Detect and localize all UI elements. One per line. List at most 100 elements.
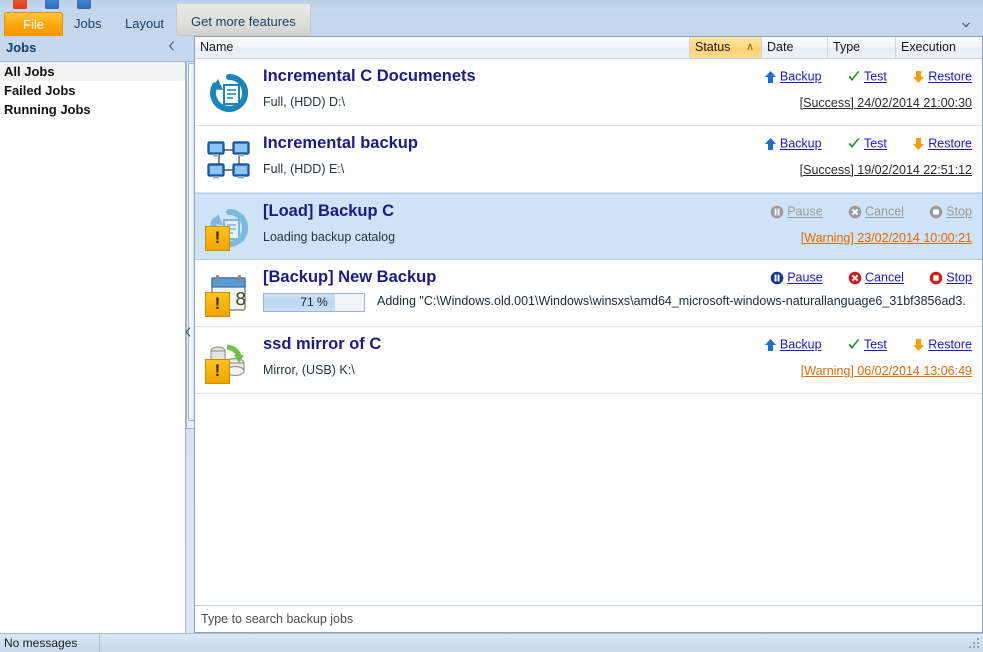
sidebar-item-label: Failed Jobs xyxy=(4,83,76,98)
job-actions: Backup Test Restore xyxy=(742,337,972,352)
job-title: [Load] Backup C xyxy=(263,202,395,220)
test-action[interactable]: Test xyxy=(847,69,887,84)
job-status-link[interactable]: [Success] 24/02/2014 21:00:30 xyxy=(800,96,972,110)
column-header-status[interactable]: Status ∧ xyxy=(690,37,762,58)
tab-get-more-features[interactable]: Get more features xyxy=(176,4,311,36)
sort-ascending-icon: ∧ xyxy=(745,41,754,53)
tab-layout[interactable]: Layout xyxy=(113,13,176,35)
restore-action[interactable]: Restore xyxy=(912,69,972,84)
pause-icon xyxy=(770,271,784,285)
job-status-link[interactable]: [Warning] 23/02/2014 10:00:21 xyxy=(801,231,972,245)
arrow-up-icon xyxy=(764,70,777,84)
backup-action-label: Backup xyxy=(779,70,822,85)
stop-action-label: Stop xyxy=(946,205,972,220)
arrow-up-icon xyxy=(764,137,777,151)
chevron-down-icon[interactable] xyxy=(959,18,973,32)
job-subtitle: Full, (HDD) E:\ xyxy=(263,162,345,176)
warning-badge-icon: ! xyxy=(205,226,230,251)
stop-icon xyxy=(929,205,943,219)
search-input[interactable] xyxy=(195,606,982,631)
test-action[interactable]: Test xyxy=(847,337,887,352)
backup-action-label: Backup xyxy=(779,137,822,152)
cancel-action[interactable]: Cancel xyxy=(848,204,904,219)
job-subtitle: Full, (HDD) D:\ xyxy=(263,95,345,109)
job-subtitle: Mirror, (USB) K:\ xyxy=(263,363,355,377)
sidebar-item-running-jobs[interactable]: Running Jobs xyxy=(0,100,185,119)
backup-action[interactable]: Backup xyxy=(764,69,822,84)
job-list: Incremental C Documenets Full, (HDD) D:\… xyxy=(195,59,982,604)
status-bar-message: No messages xyxy=(0,634,100,652)
pause-action[interactable]: Pause xyxy=(770,270,823,286)
cancel-action[interactable]: Cancel xyxy=(848,270,904,285)
status-bar: No messages xyxy=(0,633,983,652)
progress-bar-label: 71 % xyxy=(300,295,328,309)
sidebar-item-failed-jobs[interactable]: Failed Jobs xyxy=(0,81,185,100)
jobs-panel: Name Status ∧ Date Type Execution Order xyxy=(194,36,983,633)
restore-action[interactable]: Restore xyxy=(912,136,972,151)
table-row[interactable]: ! ssd mirror of C Mirror, (USB) K:\ Back… xyxy=(195,327,982,394)
column-header-execution-order[interactable]: Execution Order xyxy=(896,37,982,75)
sidebar: Jobs All Jobs Failed Jobs Running Jobs xyxy=(0,36,186,634)
search-bar xyxy=(195,605,982,632)
job-status-link[interactable]: [Warning] 06/02/2014 13:06:49 xyxy=(801,364,972,378)
job-actions: Backup Test Restore xyxy=(742,136,972,151)
job-subtitle: Loading backup catalog xyxy=(263,230,396,244)
warning-badge-icon: ! xyxy=(205,292,230,317)
sidebar-item-label: Running Jobs xyxy=(4,102,91,117)
table-row[interactable]: Incremental backup Full, (HDD) E:\ Backu… xyxy=(195,126,982,193)
chevron-left-icon[interactable] xyxy=(167,40,176,52)
resize-grip-icon[interactable] xyxy=(967,636,981,650)
column-header-status-label: Status xyxy=(695,40,731,54)
tab-jobs[interactable]: Jobs xyxy=(62,13,113,35)
table-row[interactable]: ! [Load] Backup C Loading backup catalog… xyxy=(195,193,982,260)
job-title: Incremental C Documenets xyxy=(263,67,476,85)
application-window: File Jobs Layout Get more features Jobs … xyxy=(0,0,983,652)
column-headers: Name Status ∧ Date Type Execution Order xyxy=(195,37,982,75)
sidebar-list: All Jobs Failed Jobs Running Jobs xyxy=(0,61,186,634)
cancel-action-label: Cancel xyxy=(865,271,904,286)
column-header-date[interactable]: Date xyxy=(762,37,828,58)
backup-action-label: Backup xyxy=(779,338,822,353)
stop-icon xyxy=(929,271,943,285)
sidebar-title-label: Jobs xyxy=(6,40,37,55)
job-status-link[interactable]: [Success] 19/02/2014 22:51:12 xyxy=(800,163,972,177)
svg-text:8: 8 xyxy=(235,289,246,310)
warning-badge-icon: ! xyxy=(205,359,230,384)
test-action-label: Test xyxy=(863,137,887,152)
test-action[interactable]: Test xyxy=(847,136,887,151)
restore-action-label: Restore xyxy=(928,70,972,85)
arrow-down-icon xyxy=(912,338,925,352)
restore-action-label: Restore xyxy=(928,137,972,152)
quick-access-toolbar xyxy=(0,0,983,10)
open-icon[interactable] xyxy=(77,0,91,9)
cancel-action-label: Cancel xyxy=(865,205,904,220)
backup-action[interactable]: Backup xyxy=(764,337,822,352)
pause-icon xyxy=(770,205,784,219)
check-icon xyxy=(847,137,861,151)
sidebar-item-all-jobs[interactable]: All Jobs xyxy=(0,62,185,81)
column-header-type[interactable]: Type xyxy=(828,37,896,58)
arrow-up-icon xyxy=(764,338,777,352)
column-header-type-label: Type xyxy=(833,40,861,54)
test-action-label: Test xyxy=(863,70,887,85)
check-icon xyxy=(847,70,861,84)
pause-action-label: Pause xyxy=(787,271,823,286)
network-computers-icon xyxy=(205,136,253,184)
record-icon[interactable] xyxy=(13,0,27,9)
pause-action[interactable]: Pause xyxy=(770,204,823,219)
stop-action[interactable]: Stop xyxy=(929,204,972,219)
restore-action[interactable]: Restore xyxy=(912,337,972,352)
column-header-name-label: Name xyxy=(200,40,234,54)
column-header-name[interactable]: Name xyxy=(195,37,690,58)
tab-file[interactable]: File xyxy=(4,12,63,36)
backup-action[interactable]: Backup xyxy=(764,136,822,151)
table-row[interactable]: Incremental C Documenets Full, (HDD) D:\… xyxy=(195,59,982,126)
stop-action[interactable]: Stop xyxy=(929,270,972,285)
job-actions: Backup Test Restore xyxy=(742,69,972,84)
column-header-date-label: Date xyxy=(767,40,794,54)
check-icon xyxy=(847,338,861,352)
job-actions: Pause Cancel Stop xyxy=(748,270,972,285)
progress-bar: 71 % xyxy=(263,293,365,312)
table-row[interactable]: 8 ! [Backup] New Backup 71 % Adding "C:\… xyxy=(195,260,982,327)
save-icon[interactable] xyxy=(45,0,59,9)
